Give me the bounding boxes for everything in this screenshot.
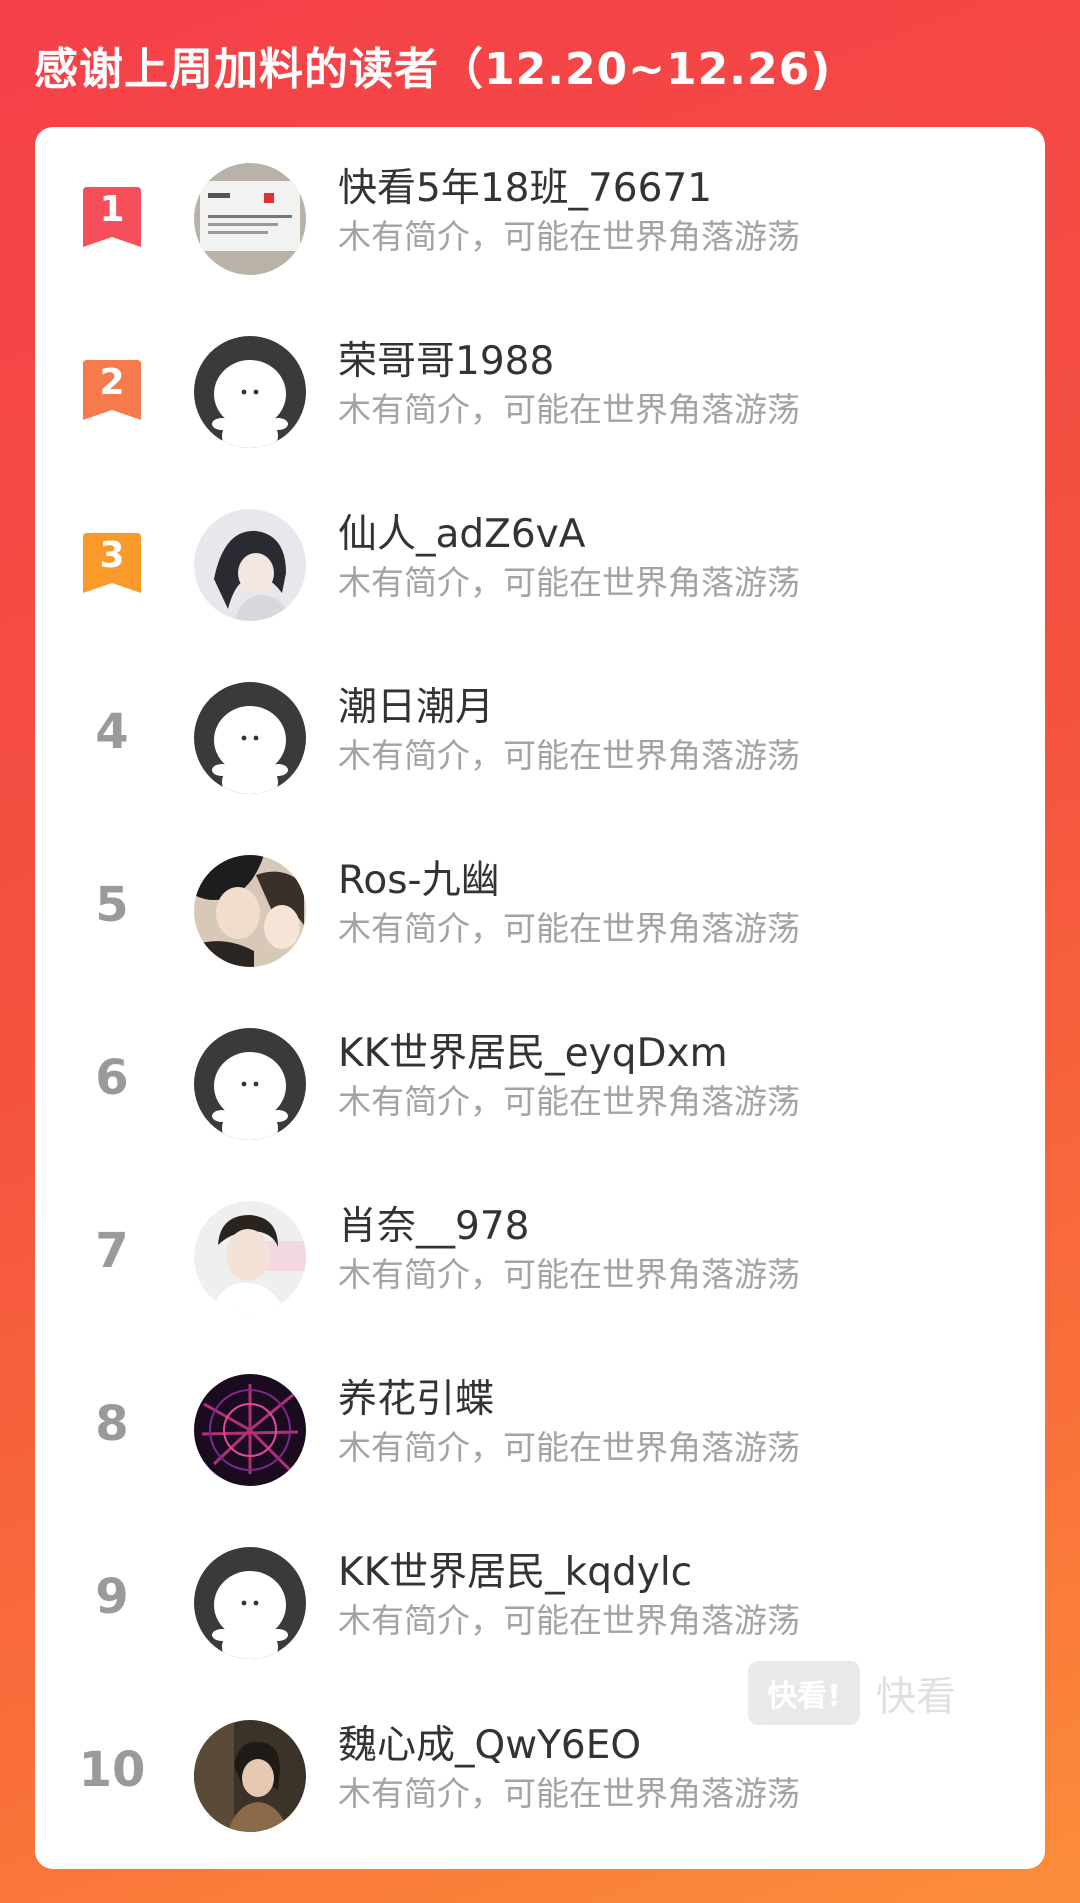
list-item[interactable]: 6 KK世界居民_eyqDxm 木有简介，可能在世界角落游荡 [35,992,1045,1165]
reader-name[interactable]: 养花引蝶 [338,1376,494,1424]
reader-bio: 木有简介，可能在世界角落游荡 [338,1082,800,1121]
reader-bio: 木有简介，可能在世界角落游荡 [338,736,800,775]
avatar[interactable] [194,509,306,621]
reader-name[interactable]: 快看5年18班_76671 [338,165,712,213]
rank-ribbon-icon: 2 [83,360,141,420]
reader-name[interactable]: KK世界居民_eyqDxm [338,1030,728,1078]
avatar[interactable] [194,1720,306,1832]
reader-bio: 木有简介，可能在世界角落游荡 [338,217,800,256]
rank-number: 2 [99,362,125,403]
avatar[interactable] [194,1374,306,1486]
avatar[interactable] [194,1201,306,1313]
list-item[interactable]: 5 Ros-九幽 木有简介，可能在世界角落游荡 [35,819,1045,992]
rank-number: 4 [95,704,129,760]
rank-number: 10 [78,1742,146,1798]
reader-name[interactable]: 仙人_adZ6vA [338,511,585,559]
reader-bio: 木有简介，可能在世界角落游荡 [338,1774,800,1813]
avatar[interactable] [194,682,306,794]
avatar[interactable] [194,1547,306,1659]
list-item[interactable]: 2 荣哥哥1988 木有简介，可能在世界角落游荡 [35,300,1045,473]
watermark-text: 快看 [876,1674,956,1720]
list-item[interactable]: 8 养花引蝶 木有简介，可能在世界角落游荡 [35,1338,1045,1511]
reader-name[interactable]: 肖奈__978 [338,1203,529,1251]
rank-number: 3 [99,535,125,576]
rank-number: 1 [99,189,125,230]
list-item[interactable]: 4 潮日潮月 木有简介，可能在世界角落游荡 [35,646,1045,819]
rank-number: 6 [95,1050,129,1106]
avatar[interactable] [194,855,306,967]
rank-number: 8 [95,1396,129,1452]
reader-bio: 木有简介，可能在世界角落游荡 [338,1601,800,1640]
rank-ribbon-icon: 3 [83,533,141,593]
reader-name[interactable]: Ros-九幽 [338,857,500,905]
rank-number: 9 [95,1569,129,1625]
avatar[interactable] [194,163,306,275]
rank-ribbon-icon: 1 [83,187,141,247]
reader-name[interactable]: 魏心成_QwY6EO [338,1722,641,1770]
rank-number: 5 [95,877,129,933]
list-item[interactable]: 7 肖奈__978 木有简介，可能在世界角落游荡 [35,1165,1045,1338]
avatar[interactable] [194,336,306,448]
reader-name[interactable]: 潮日潮月 [338,684,494,732]
kuaikan-watermark: 快看! 快看 [748,1658,956,1728]
reader-bio: 木有简介，可能在世界角落游荡 [338,390,800,429]
page-title: 感谢上周加料的读者（12.20~12.26) [34,44,832,95]
avatar[interactable] [194,1028,306,1140]
reader-name[interactable]: KK世界居民_kqdylc [338,1549,692,1597]
reader-bio: 木有简介，可能在世界角落游荡 [338,909,800,948]
reader-bio: 木有简介，可能在世界角落游荡 [338,1428,800,1467]
reader-ranking-list: 1 快看5年18班_76671 木有简介，可能在世界角落游荡 2 荣哥哥1988… [35,127,1045,1869]
reader-bio: 木有简介，可能在世界角落游荡 [338,1255,800,1294]
reader-bio: 木有简介，可能在世界角落游荡 [338,563,800,602]
rank-number: 7 [95,1223,129,1279]
kuaikan-logo-icon: 快看! [748,1661,860,1725]
list-item[interactable]: 3 仙人_adZ6vA 木有简介，可能在世界角落游荡 [35,473,1045,646]
list-item[interactable]: 1 快看5年18班_76671 木有简介，可能在世界角落游荡 [35,127,1045,300]
reader-name[interactable]: 荣哥哥1988 [338,338,554,386]
